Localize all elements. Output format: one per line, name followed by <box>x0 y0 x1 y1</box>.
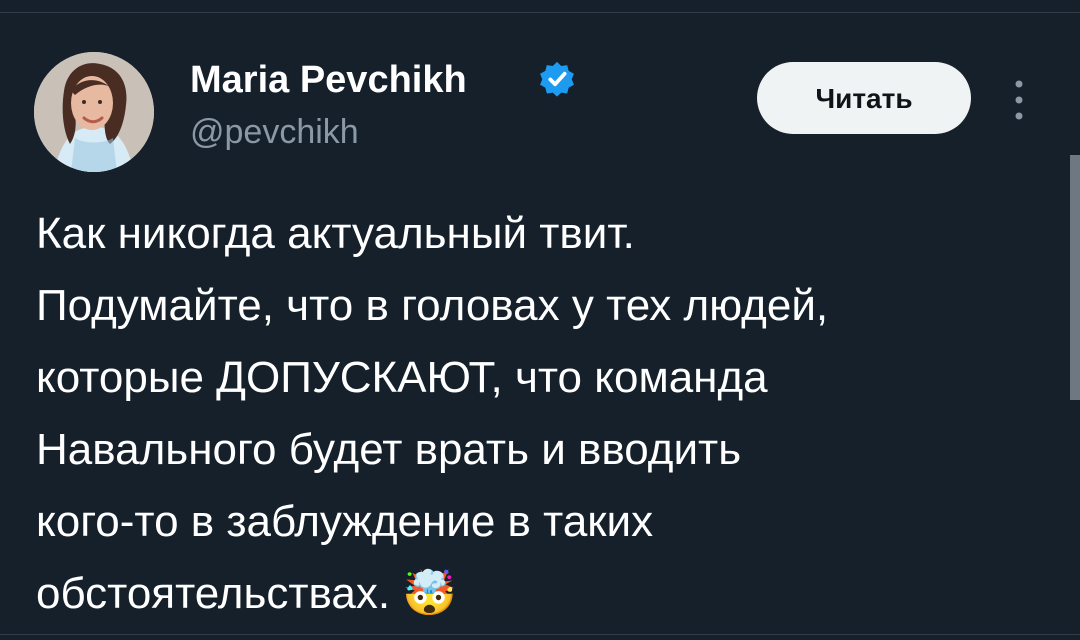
follow-button[interactable]: Читать <box>757 62 971 134</box>
avatar[interactable] <box>34 52 154 172</box>
scrollbar-thumb[interactable] <box>1070 155 1080 400</box>
avatar-photo-icon <box>34 52 154 172</box>
top-divider <box>0 12 1080 13</box>
bottom-border <box>0 634 1080 640</box>
author-name[interactable]: Maria Pevchikh <box>190 58 467 102</box>
tweet-text: Как никогда актуальный твит. Подумайте, … <box>36 209 829 618</box>
more-vertical-icon[interactable] <box>1004 76 1034 124</box>
verified-badge-icon <box>540 61 574 97</box>
author-handle[interactable]: @pevchikh <box>190 111 359 153</box>
